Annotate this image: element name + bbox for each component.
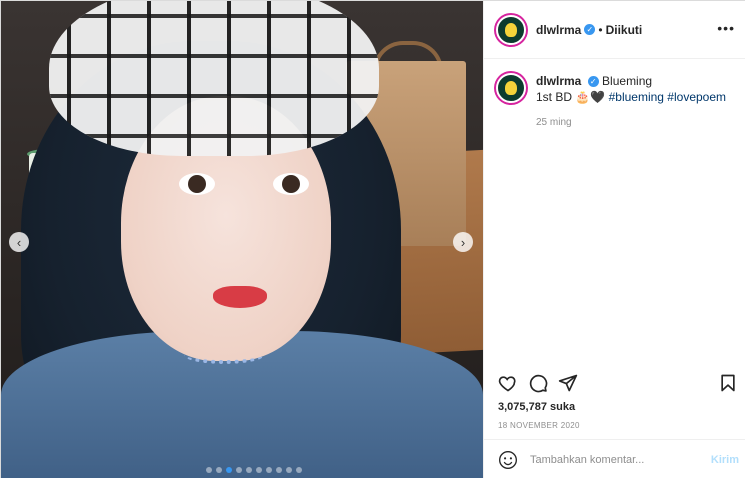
- comment-input[interactable]: [530, 453, 680, 466]
- comment-icon: [529, 374, 548, 393]
- like-count[interactable]: 3,075,787 suka: [498, 401, 575, 413]
- carousel-next-button[interactable]: ›: [453, 232, 473, 252]
- carousel-dot: [216, 467, 222, 473]
- carousel-dot: [276, 467, 282, 473]
- post-date: 18 NOVEMBER 2020: [498, 421, 580, 430]
- carousel-dot: [286, 467, 292, 473]
- more-options-icon[interactable]: •••: [717, 21, 735, 35]
- verified-icon: ✓: [584, 24, 596, 35]
- lightbulb-icon: [505, 22, 517, 37]
- caption-emoji: 🎂🖤: [575, 90, 606, 104]
- caption-avatar[interactable]: [496, 73, 526, 103]
- caption-time-ago: 25 ming: [536, 117, 572, 128]
- username-link[interactable]: dlwlrma: [536, 23, 581, 37]
- comment-button[interactable]: [526, 371, 550, 395]
- post-media[interactable]: ‹ ›: [1, 1, 483, 478]
- carousel-prev-button[interactable]: ‹: [9, 232, 29, 252]
- post-header: dlwlrma ✓ • Diikuti •••: [484, 1, 745, 59]
- comment-bar: Kirim: [484, 439, 745, 478]
- following-button[interactable]: Diikuti: [606, 23, 643, 37]
- carousel-dot: [226, 467, 232, 473]
- post-sidebar: dlwlrma ✓ • Diikuti ••• dlwlrma ✓ Bluemi…: [483, 1, 745, 478]
- avatar[interactable]: [496, 14, 526, 45]
- photo-necklace: [184, 346, 264, 364]
- lightbulb-icon: [505, 81, 517, 95]
- caption-hashtags[interactable]: #blueming #lovepoem: [609, 90, 726, 104]
- header-separator: •: [598, 22, 603, 37]
- caption-username[interactable]: dlwlrma: [536, 74, 581, 88]
- caption-prefix: 1st BD: [536, 90, 573, 104]
- photo-right-eye: [273, 173, 309, 195]
- send-comment-button[interactable]: Kirim: [711, 454, 739, 466]
- share-button[interactable]: [556, 371, 580, 395]
- carousel-dot: [206, 467, 212, 473]
- smile-icon[interactable]: [498, 450, 518, 470]
- bookmark-icon: [721, 374, 735, 392]
- carousel-dot: [246, 467, 252, 473]
- carousel-dot: [296, 467, 302, 473]
- photo-beret: [49, 1, 379, 156]
- verified-icon: ✓: [587, 76, 599, 88]
- photo-left-eye: [179, 173, 215, 195]
- like-button[interactable]: [496, 371, 520, 395]
- heart-icon: [498, 376, 516, 392]
- carousel-dot: [256, 467, 262, 473]
- post-container: ‹ › dlwlrma ✓ • Diikuti ••• dlwlrma ✓ Bl…: [0, 0, 745, 478]
- caption-text: dlwlrma ✓ Blueming 1st BD 🎂🖤 #blueming #…: [536, 73, 726, 131]
- caption-title: Blueming: [602, 74, 653, 88]
- carousel-dot: [236, 467, 242, 473]
- save-button[interactable]: [716, 371, 740, 395]
- photo-lips: [213, 286, 267, 308]
- caption: dlwlrma ✓ Blueming 1st BD 🎂🖤 #blueming #…: [496, 73, 736, 131]
- carousel-dot: [266, 467, 272, 473]
- action-bar: [496, 371, 736, 397]
- carousel-indicator: [206, 467, 302, 473]
- share-icon: [558, 374, 578, 392]
